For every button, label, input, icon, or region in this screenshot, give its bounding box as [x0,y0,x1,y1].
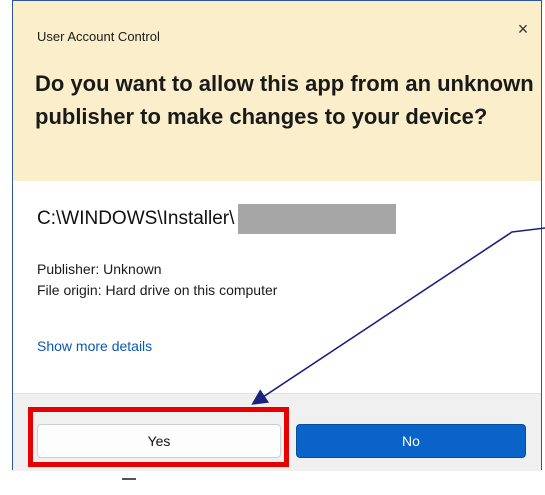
no-button[interactable]: No [296,424,526,458]
app-path-text: C:\WINDOWS\Installer\ [37,208,235,229]
redacted-filename [238,204,397,234]
app-info: Publisher: Unknown File origin: Hard dri… [37,259,277,301]
file-origin-text: File origin: Hard drive on this computer [37,282,278,298]
bottom-fragment [122,478,136,484]
dialog-header: User Account Control × Do you want to al… [13,1,541,181]
close-button[interactable]: × [509,15,537,43]
uac-dialog: User Account Control × Do you want to al… [12,0,542,471]
publisher-text: Publisher: Unknown [37,261,162,277]
app-path: C:\WINDOWS\Installer\ [37,204,397,234]
show-more-details-link[interactable]: Show more details [37,338,152,354]
dialog-title: User Account Control [37,29,160,44]
dialog-footer: Yes No [13,393,541,471]
prompt-question: Do you want to allow this app from an un… [35,71,534,129]
yes-button[interactable]: Yes [37,424,281,458]
